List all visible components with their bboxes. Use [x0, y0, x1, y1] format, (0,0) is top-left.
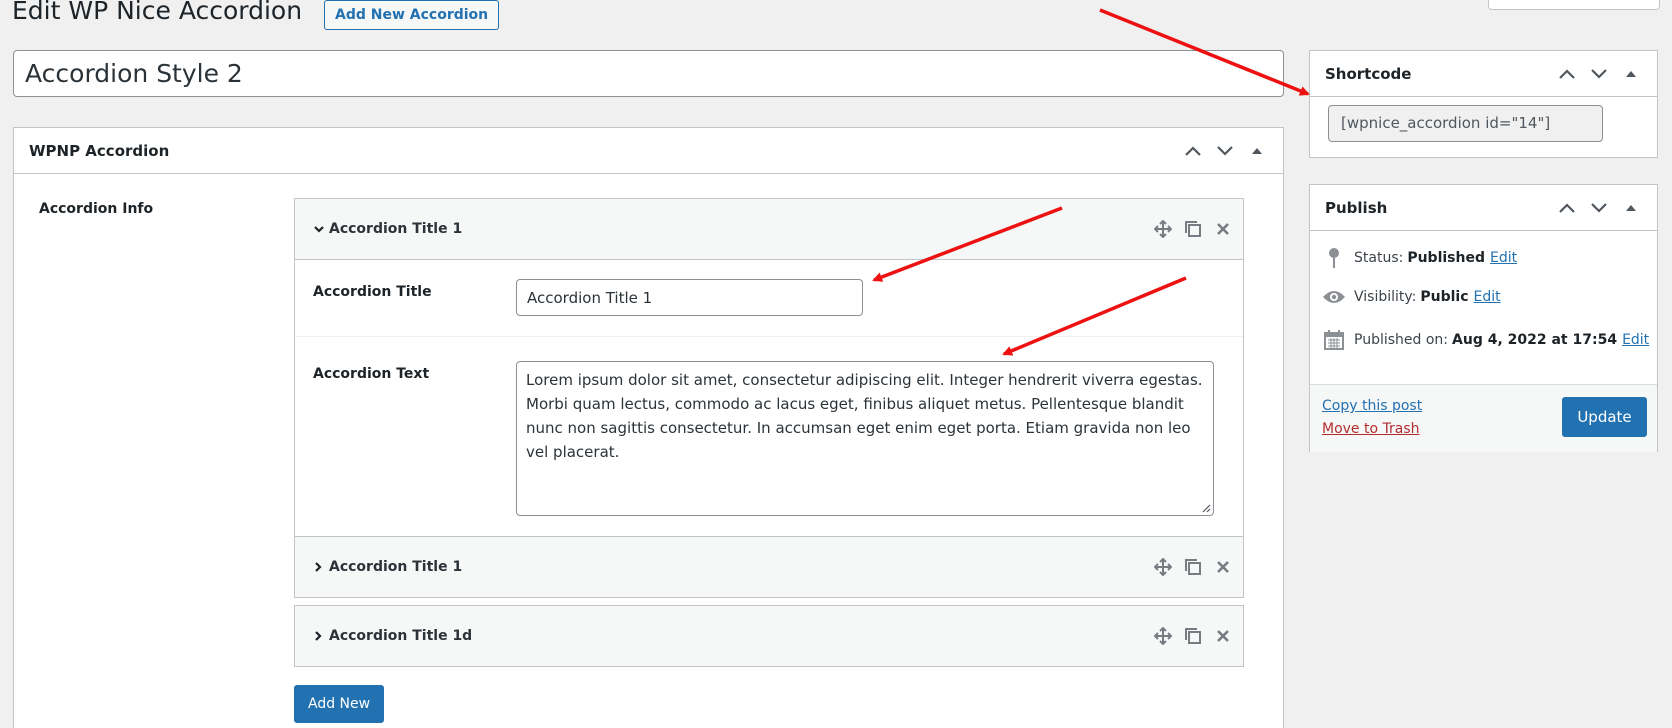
published-on-edit-link[interactable]: Edit — [1622, 332, 1649, 348]
move-up-icon[interactable] — [1181, 139, 1205, 163]
close-icon[interactable] — [1213, 626, 1233, 646]
page-title: Edit WP Nice Accordion — [12, 0, 303, 25]
drag-move-icon[interactable] — [1153, 219, 1173, 239]
accordion-item-header[interactable]: Accordion Title 1d — [295, 606, 1243, 666]
move-up-icon[interactable] — [1555, 62, 1579, 86]
move-down-icon[interactable] — [1587, 62, 1611, 86]
status-line: Status: Published Edit — [1322, 247, 1517, 269]
visibility-line: Visibility: Public Edit — [1322, 289, 1501, 305]
chevron-down-icon — [313, 224, 327, 234]
published-on-label: Published on: — [1354, 332, 1449, 348]
metabox-header: WPNP Accordion — [14, 128, 1283, 174]
toggle-panel-icon[interactable] — [1619, 196, 1643, 220]
chevron-right-icon — [313, 561, 327, 573]
accordion-item: Accordion Title 1d — [294, 605, 1244, 667]
accordion-item: Accordion Title 1 Accordion Title Accord… — [294, 198, 1244, 543]
shortcode-field[interactable]: [wpnice_accordion id="14"] — [1328, 105, 1603, 142]
accordion-item-body: Accordion Title Accordion Text Lorem ips… — [295, 259, 1243, 542]
accordion-item-title: Accordion Title 1 — [329, 221, 463, 237]
accordion-text-label: Accordion Text — [313, 366, 430, 382]
accordion-title-row: Accordion Title — [295, 260, 1243, 336]
close-icon[interactable] — [1213, 557, 1233, 577]
accordion-item-header[interactable]: Accordion Title 1 — [295, 199, 1243, 259]
status-label: Status: — [1354, 250, 1404, 266]
move-to-trash-link[interactable]: Move to Trash — [1322, 421, 1420, 437]
accordion-item-header[interactable]: Accordion Title 1 — [295, 537, 1243, 597]
published-on-line: Published on: Aug 4, 2022 at 17:54 Edit — [1322, 330, 1649, 350]
resize-grip-icon[interactable] — [1201, 498, 1211, 517]
visibility-edit-link[interactable]: Edit — [1474, 289, 1501, 305]
drag-move-icon[interactable] — [1153, 626, 1173, 646]
published-on-value: Aug 4, 2022 at 17:54 — [1452, 332, 1618, 348]
accordion-info-label: Accordion Info — [39, 201, 154, 217]
metabox-title: WPNP Accordion — [29, 141, 170, 160]
move-down-icon[interactable] — [1213, 139, 1237, 163]
move-up-icon[interactable] — [1555, 196, 1579, 220]
accordion-item: Accordion Title 1 — [294, 536, 1244, 598]
duplicate-icon[interactable] — [1183, 219, 1203, 239]
post-title-input[interactable] — [13, 50, 1284, 97]
update-button[interactable]: Update — [1562, 397, 1647, 437]
accordion-item-title: Accordion Title 1d — [329, 628, 473, 644]
status-value: Published — [1407, 250, 1485, 266]
publish-metabox: Publish Status: Published Edit Visibilit… — [1309, 184, 1658, 452]
toggle-panel-icon[interactable] — [1619, 62, 1643, 86]
accordion-title-label: Accordion Title — [313, 284, 432, 300]
metabox-header: Publish — [1310, 185, 1657, 231]
drag-move-icon[interactable] — [1153, 557, 1173, 577]
duplicate-icon[interactable] — [1183, 557, 1203, 577]
pin-icon — [1322, 247, 1346, 269]
status-edit-link[interactable]: Edit — [1490, 250, 1517, 266]
duplicate-icon[interactable] — [1183, 626, 1203, 646]
eye-icon — [1322, 289, 1346, 305]
calendar-icon — [1322, 330, 1346, 350]
metabox-title: Shortcode — [1325, 64, 1412, 83]
publish-actions: Copy this post Move to Trash Update — [1310, 384, 1657, 452]
metabox-header: Shortcode — [1310, 51, 1657, 97]
add-new-accordion-item-button[interactable]: Add New — [294, 685, 385, 723]
copy-post-link[interactable]: Copy this post — [1322, 398, 1422, 414]
close-icon[interactable] — [1213, 219, 1233, 239]
visibility-value: Public — [1420, 289, 1469, 305]
screen-options-tab[interactable] — [1488, 0, 1660, 10]
toggle-panel-icon[interactable] — [1245, 139, 1269, 163]
metabox-title: Publish — [1325, 198, 1388, 217]
accordion-text-textarea[interactable]: Lorem ipsum dolor sit amet, consectetur … — [516, 361, 1214, 516]
shortcode-metabox: Shortcode [wpnice_accordion id="14"] — [1309, 50, 1658, 158]
accordion-text-row: Accordion Text Lorem ipsum dolor sit ame… — [295, 336, 1243, 542]
move-down-icon[interactable] — [1587, 196, 1611, 220]
accordion-title-input[interactable] — [516, 279, 863, 316]
chevron-right-icon — [313, 630, 327, 642]
visibility-label: Visibility: — [1354, 289, 1417, 305]
add-new-accordion-button[interactable]: Add New Accordion — [324, 0, 500, 30]
accordion-item-title: Accordion Title 1 — [329, 559, 463, 575]
